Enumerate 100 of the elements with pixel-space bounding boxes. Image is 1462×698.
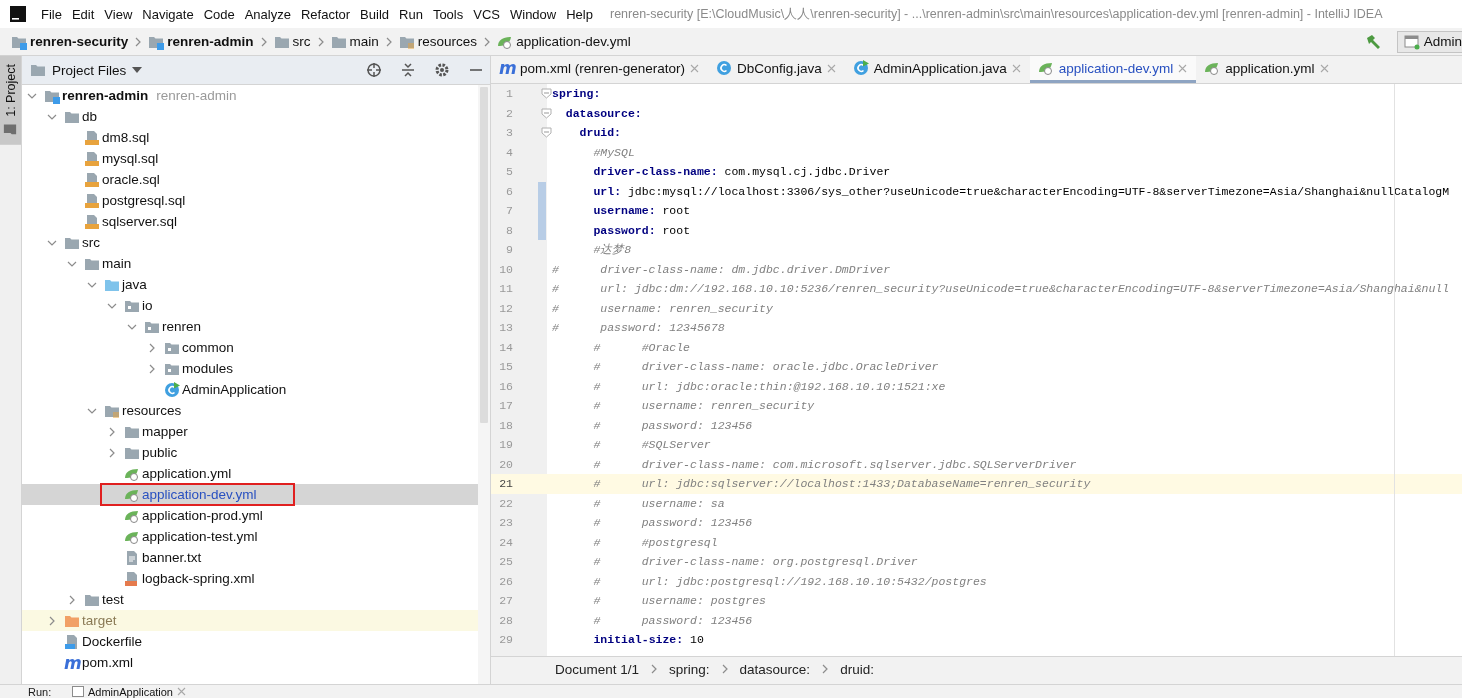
tree-item[interactable]: application-prod.yml xyxy=(22,505,478,526)
collapse-all-icon[interactable] xyxy=(400,62,416,78)
tree-item[interactable]: oracle.sql xyxy=(22,169,478,190)
tree-item-label: application.yml xyxy=(142,466,232,481)
editor-tab[interactable]: application-dev.yml xyxy=(1029,56,1197,83)
line-number: 14 xyxy=(498,340,514,354)
tree-item[interactable]: main xyxy=(22,253,478,274)
line-number: 22 xyxy=(498,496,514,510)
line-number: 9 xyxy=(505,243,514,257)
tree-item[interactable]: test xyxy=(22,589,478,610)
editor-tab[interactable]: AdminApplication.java xyxy=(844,56,1030,83)
tree-item-label: application-dev.yml xyxy=(142,487,257,502)
fold-icon[interactable] xyxy=(541,107,552,119)
locate-icon[interactable] xyxy=(366,62,382,78)
close-icon[interactable] xyxy=(1011,63,1021,73)
menu-item[interactable]: Analyze xyxy=(239,6,296,22)
settings-icon[interactable] xyxy=(434,62,450,78)
line-number: 2 xyxy=(505,106,514,120)
tree-item[interactable]: dm8.sql xyxy=(22,127,478,148)
line-number: 29 xyxy=(498,633,514,647)
breadcrumb-item[interactable]: renren-security xyxy=(8,33,132,50)
chevron-right-icon[interactable] xyxy=(107,426,117,437)
tree-item[interactable]: target xyxy=(22,610,478,631)
tree-item[interactable]: public xyxy=(22,442,478,463)
close-icon[interactable] xyxy=(1178,63,1188,73)
fold-icon[interactable] xyxy=(541,127,552,139)
line-number: 8 xyxy=(505,223,514,237)
breadcrumb-item[interactable]: Document 1/1 xyxy=(555,661,640,677)
tree-item[interactable]: Dockerfile xyxy=(22,631,478,652)
tree-item[interactable]: mapper xyxy=(22,421,478,442)
breadcrumb-item[interactable]: main xyxy=(327,33,382,50)
menu-item[interactable]: VCS xyxy=(468,6,505,22)
code-text: spring: xyxy=(552,87,601,101)
tree-item[interactable]: renren-admin renren-admin xyxy=(22,85,478,106)
line-number: 20 xyxy=(498,457,514,471)
chevron-right-icon[interactable] xyxy=(147,342,157,353)
menu-item[interactable]: Tools xyxy=(427,6,469,22)
tree-item[interactable]: modules xyxy=(22,358,478,379)
tool-window-tab[interactable]: 1: Project xyxy=(0,56,21,145)
close-icon[interactable] xyxy=(690,63,700,73)
menu-item[interactable]: Build xyxy=(355,6,394,22)
tree-item[interactable]: postgresql.sql xyxy=(22,190,478,211)
chevron-right-icon[interactable] xyxy=(107,447,117,458)
tree-item[interactable]: sqlserver.sql xyxy=(22,211,478,232)
tree-item[interactable]: db xyxy=(22,106,478,127)
menu-item[interactable]: Code xyxy=(198,6,240,22)
tree-item-label: logback-spring.xml xyxy=(142,571,255,586)
scrollbar-thumb[interactable] xyxy=(480,87,488,423)
menu-item[interactable]: Navigate xyxy=(137,6,199,22)
database-file-icon xyxy=(84,150,100,167)
menu-item[interactable]: File xyxy=(36,6,67,22)
menu-item[interactable]: Run xyxy=(394,6,428,22)
tree-item[interactable]: renren xyxy=(22,316,478,337)
breadcrumb-item[interactable]: druid: xyxy=(840,661,874,677)
tree-item[interactable]: banner.txt xyxy=(22,547,478,568)
tree-item[interactable]: application-test.yml xyxy=(22,526,478,547)
breadcrumb-item[interactable]: spring: xyxy=(669,661,710,677)
tree-item[interactable]: mysql.sql xyxy=(22,148,478,169)
menu-item[interactable]: Window xyxy=(504,6,562,22)
tree-item-label: application-test.yml xyxy=(142,529,258,544)
close-icon[interactable] xyxy=(177,687,186,696)
tree-item-label: test xyxy=(102,592,124,607)
code-text: # #postgresql xyxy=(592,535,718,549)
menu-item[interactable]: Refactor xyxy=(295,6,356,22)
run-tab[interactable]: AdminApplication xyxy=(72,685,186,698)
tree-item[interactable]: AdminApplication xyxy=(22,379,478,400)
change-marker[interactable] xyxy=(538,220,546,240)
tree-item[interactable]: io xyxy=(22,295,478,316)
breadcrumb-item[interactable]: application-dev.yml xyxy=(494,33,634,50)
breadcrumb-item[interactable]: src xyxy=(270,33,314,50)
breadcrumb-item[interactable]: renren-admin xyxy=(145,33,257,50)
breadcrumb-item[interactable]: datasource: xyxy=(739,661,811,677)
tree-item[interactable]: mpom.xml xyxy=(22,652,478,673)
tree-item[interactable]: logback-spring.xml xyxy=(22,568,478,589)
change-marker[interactable] xyxy=(538,181,546,201)
tree-item-label: db xyxy=(82,109,98,124)
breadcrumb-item[interactable]: resources xyxy=(395,33,481,50)
class-icon xyxy=(716,60,733,76)
chevron-right-icon[interactable] xyxy=(147,363,157,374)
chevron-right-icon[interactable] xyxy=(47,615,57,626)
run-configuration-dropdown[interactable]: Admin xyxy=(1396,30,1462,53)
tree-item[interactable]: java xyxy=(22,274,478,295)
editor-tab[interactable]: application.yml xyxy=(1196,56,1338,83)
menu-item[interactable]: View xyxy=(99,6,138,22)
editor-tab[interactable]: m pom.xml (renren-generator) xyxy=(491,56,709,83)
tree-item[interactable]: application.yml xyxy=(22,463,478,484)
close-icon[interactable] xyxy=(826,63,836,73)
fold-icon[interactable] xyxy=(541,88,552,100)
chevron-right-icon[interactable] xyxy=(67,594,77,605)
dropdown-arrow-icon xyxy=(132,67,143,73)
editor-tab[interactable]: DbConfig.java xyxy=(708,56,845,83)
tree-item[interactable]: src xyxy=(22,232,478,253)
tree-item[interactable]: common xyxy=(22,337,478,358)
menu-item[interactable]: Edit xyxy=(66,6,100,22)
close-icon[interactable] xyxy=(1319,63,1329,73)
tree-item[interactable]: application-dev.yml xyxy=(22,484,478,505)
view-selector-dropdown[interactable]: Project Files xyxy=(30,62,143,78)
menu-item[interactable]: Help xyxy=(561,6,598,22)
tree-item-label: public xyxy=(142,445,178,460)
tree-item[interactable]: resources xyxy=(22,400,478,421)
